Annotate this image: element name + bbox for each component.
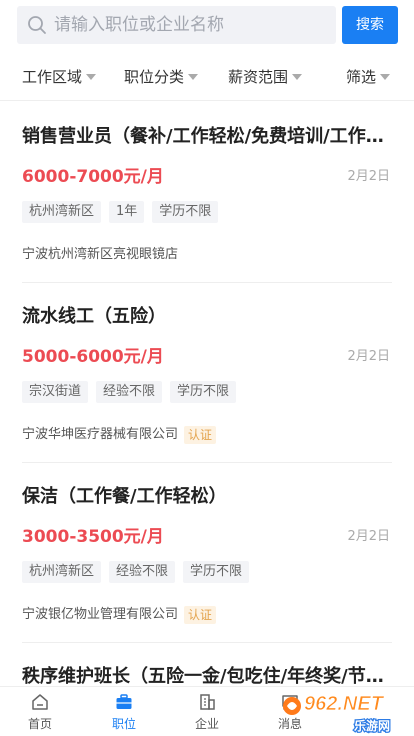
job-tags: 杭州湾新区 1年 学历不限: [22, 201, 219, 223]
tag-experience: 经验不限: [96, 381, 163, 403]
filter-bar: 工作区域 职位分类 薪资范围 筛选: [0, 55, 414, 101]
company-name: 宁波华坤医疗器械有限公司: [22, 427, 179, 442]
divider: [22, 282, 392, 283]
job-date: 2月2日: [347, 349, 390, 364]
job-company: 宁波杭州湾新区亮视眼镜店: [22, 244, 178, 266]
filter-label: 职位分类: [124, 68, 185, 86]
nav-label: 职位: [111, 717, 136, 731]
search-icon: [28, 16, 46, 34]
tag-education: 学历不限: [152, 201, 219, 223]
caret-down-icon: [380, 73, 391, 80]
briefcase-icon: [116, 694, 132, 709]
divider: [22, 462, 392, 463]
job-company: 宁波华坤医疗器械有限公司 认证: [22, 424, 217, 446]
tag-education: 学历不限: [170, 381, 237, 403]
caret-down-icon: [188, 73, 199, 80]
verified-badge: 认证: [184, 606, 217, 624]
nav-jobs[interactable]: 职位: [84, 687, 164, 736]
nav-home[interactable]: 首页: [0, 687, 80, 736]
job-date: 2月2日: [347, 529, 390, 544]
filter-salary-range[interactable]: 薪资范围: [228, 67, 303, 87]
company-name: 宁波银亿物业管理有限公司: [22, 607, 179, 622]
search-row: 请输入职位或企业名称 搜索: [0, 0, 414, 50]
job-title: 流水线工（五险）: [22, 306, 166, 327]
search-button[interactable]: 搜索: [342, 6, 398, 44]
site-watermark-logo: 962.NET 乐游网: [283, 693, 391, 734]
job-title: 保洁（工作餐/工作轻松）: [22, 486, 227, 507]
home-icon: [32, 694, 48, 710]
nav-label: 首页: [27, 717, 52, 731]
verified-badge: 认证: [184, 426, 217, 444]
tag-location: 杭州湾新区: [22, 561, 102, 583]
filter-job-category[interactable]: 职位分类: [124, 67, 199, 87]
building-icon: [200, 694, 215, 710]
company-name: 宁波杭州湾新区亮视眼镜店: [22, 247, 179, 262]
filter-label: 薪资范围: [228, 68, 289, 86]
svg-text:962.NET: 962.NET: [304, 693, 385, 715]
job-date: 2月2日: [347, 169, 390, 184]
search-input[interactable]: 请输入职位或企业名称: [17, 6, 336, 44]
nav-companies[interactable]: 企业: [167, 687, 247, 736]
filter-more[interactable]: 筛选: [346, 67, 391, 87]
job-salary: 5000-6000元/月: [22, 347, 164, 367]
job-salary: 3000-3500元/月: [22, 527, 164, 547]
caret-down-icon: [292, 73, 303, 80]
tag-education: 学历不限: [183, 561, 250, 583]
job-tags: 杭州湾新区 经验不限 学历不限: [22, 561, 250, 583]
tag-experience: 经验不限: [109, 561, 176, 583]
svg-text:乐游网: 乐游网: [354, 718, 390, 733]
caret-down-icon: [86, 73, 97, 80]
divider: [22, 642, 392, 643]
job-salary: 6000-7000元/月: [22, 167, 164, 187]
search-placeholder: 请输入职位或企业名称: [54, 15, 224, 35]
filter-work-area[interactable]: 工作区域: [22, 67, 97, 87]
filter-label: 工作区域: [22, 68, 83, 86]
tag-location: 宗汉街道: [22, 381, 89, 403]
job-tags: 宗汉街道 经验不限 学历不限: [22, 381, 237, 403]
tag-experience: 1年: [109, 201, 145, 223]
filter-label: 筛选: [346, 68, 377, 86]
nav-label: 企业: [194, 717, 219, 731]
job-title: 销售营业员（餐补/工作轻松/免费培训/工作轻松）: [22, 126, 394, 147]
job-company: 宁波银亿物业管理有限公司 认证: [22, 604, 217, 626]
tag-location: 杭州湾新区: [22, 201, 102, 223]
